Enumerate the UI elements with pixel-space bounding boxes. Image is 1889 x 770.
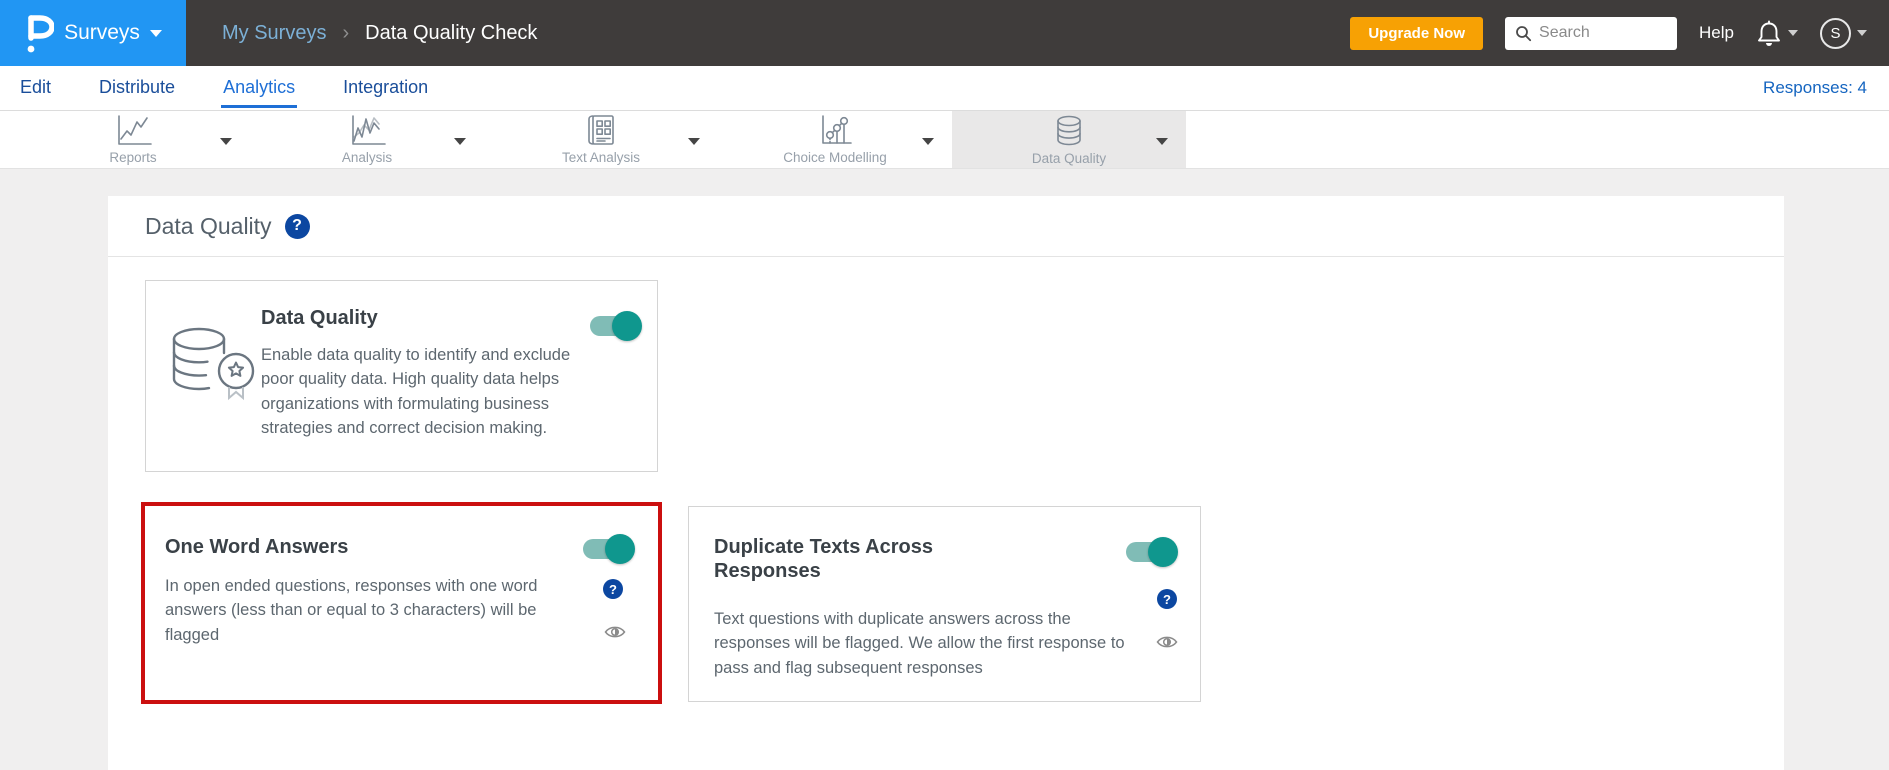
chevron-down-icon[interactable] xyxy=(1156,137,1168,145)
toggle-knob xyxy=(605,534,635,564)
toolbar-item-data-quality[interactable]: Data Quality xyxy=(952,111,1186,168)
toolbar-item-label: Choice Modelling xyxy=(783,150,887,165)
card-title: Duplicate Texts Across Responses xyxy=(714,536,933,582)
multi-line-chart-icon xyxy=(352,115,386,145)
chevron-down-icon xyxy=(149,29,162,37)
card-title: One Word Answers xyxy=(165,536,349,558)
breadcrumb-my-surveys[interactable]: My Surveys xyxy=(222,22,326,45)
toolbar-item-choice-modelling[interactable]: Choice Modelling xyxy=(718,111,952,168)
help-question-icon[interactable]: ? xyxy=(284,213,310,239)
toggle-knob xyxy=(1148,537,1178,567)
breadcrumb: My Surveys › Data Quality Check xyxy=(222,22,537,45)
one-word-answers-toggle[interactable] xyxy=(583,534,635,564)
toggle-knob xyxy=(612,311,642,341)
app-window: Surveys My Surveys › Data Quality Check … xyxy=(0,0,1889,770)
data-quality-toggle[interactable] xyxy=(590,311,642,341)
search-icon xyxy=(1516,25,1532,41)
analytics-toolbar: Reports Analysis Text Analysis Choice Mo… xyxy=(0,110,1889,169)
line-chart-icon xyxy=(118,115,152,145)
toolbar-item-label: Analysis xyxy=(341,150,393,165)
duplicate-texts-toggle[interactable] xyxy=(1126,537,1178,567)
preview-eye-icon[interactable] xyxy=(604,624,626,640)
tab-integration[interactable]: Integration xyxy=(341,68,430,108)
card-data-quality: Data Quality Enable data quality to iden… xyxy=(145,280,658,472)
account-menu[interactable]: S xyxy=(1820,17,1867,49)
chevron-down-icon xyxy=(1857,30,1867,36)
report-document-icon xyxy=(588,115,614,145)
chevron-down-icon[interactable] xyxy=(688,137,700,145)
chevron-down-icon[interactable] xyxy=(220,137,232,145)
toolbar-item-label: Reports xyxy=(109,150,157,165)
chevron-down-icon[interactable] xyxy=(922,137,934,145)
chevron-down-icon[interactable] xyxy=(454,137,466,145)
help-question-icon[interactable]: ? xyxy=(1157,589,1177,609)
survey-tab-bar: Edit Distribute Analytics Integration Re… xyxy=(0,66,1889,110)
search-input[interactable] xyxy=(1539,24,1660,42)
brand-label: Surveys xyxy=(64,21,140,44)
search-box[interactable] xyxy=(1505,16,1678,50)
help-question-icon[interactable]: ? xyxy=(603,579,623,599)
panel-header: Data Quality ? xyxy=(108,196,1784,257)
breadcrumb-current: Data Quality Check xyxy=(365,21,538,44)
database-badge-icon xyxy=(172,327,255,401)
toolbar-item-reports[interactable]: Reports xyxy=(16,111,250,168)
toolbar-item-label: Data Quality xyxy=(1031,150,1107,166)
card-description: In open ended questions, responses with … xyxy=(165,577,538,644)
upgrade-now-button[interactable]: Upgrade Now xyxy=(1350,16,1484,50)
help-link[interactable]: Help xyxy=(1699,23,1734,43)
toolbar-item-label: Text Analysis xyxy=(561,150,641,165)
bubble-chart-icon xyxy=(822,115,852,144)
top-bar: Surveys My Surveys › Data Quality Check … xyxy=(0,0,1889,66)
surveys-menu-button[interactable]: Surveys xyxy=(0,0,186,66)
card-title: Data Quality xyxy=(261,307,378,329)
toolbar-item-text-analysis[interactable]: Text Analysis xyxy=(484,111,718,168)
tab-edit[interactable]: Edit xyxy=(18,68,53,108)
toolbar-item-analysis[interactable]: Analysis xyxy=(250,111,484,168)
page-title: Data Quality xyxy=(145,212,272,239)
bell-icon xyxy=(1758,20,1780,46)
card-description: Enable data quality to identify and excl… xyxy=(261,346,571,438)
tab-analytics[interactable]: Analytics xyxy=(221,68,298,108)
preview-eye-icon[interactable] xyxy=(1156,634,1178,650)
responses-count: Responses: 4 xyxy=(1763,78,1867,97)
breadcrumb-separator: › xyxy=(342,21,350,44)
card-duplicate-texts: Duplicate Texts Across Responses ? Text … xyxy=(688,506,1201,702)
chevron-down-icon xyxy=(1788,30,1798,36)
header-actions: Upgrade Now Help S xyxy=(1350,16,1889,50)
data-quality-panel: Data Quality ? Data Quality Enable data … xyxy=(108,196,1784,770)
avatar: S xyxy=(1820,17,1851,49)
card-one-word-answers: One Word Answers In open ended questions… xyxy=(141,502,662,704)
tab-distribute[interactable]: Distribute xyxy=(97,68,177,108)
notifications-button[interactable] xyxy=(1756,19,1798,48)
database-icon xyxy=(1057,115,1081,145)
card-description: Text questions with duplicate answers ac… xyxy=(714,610,1125,677)
questionpro-logo-icon xyxy=(27,15,55,53)
